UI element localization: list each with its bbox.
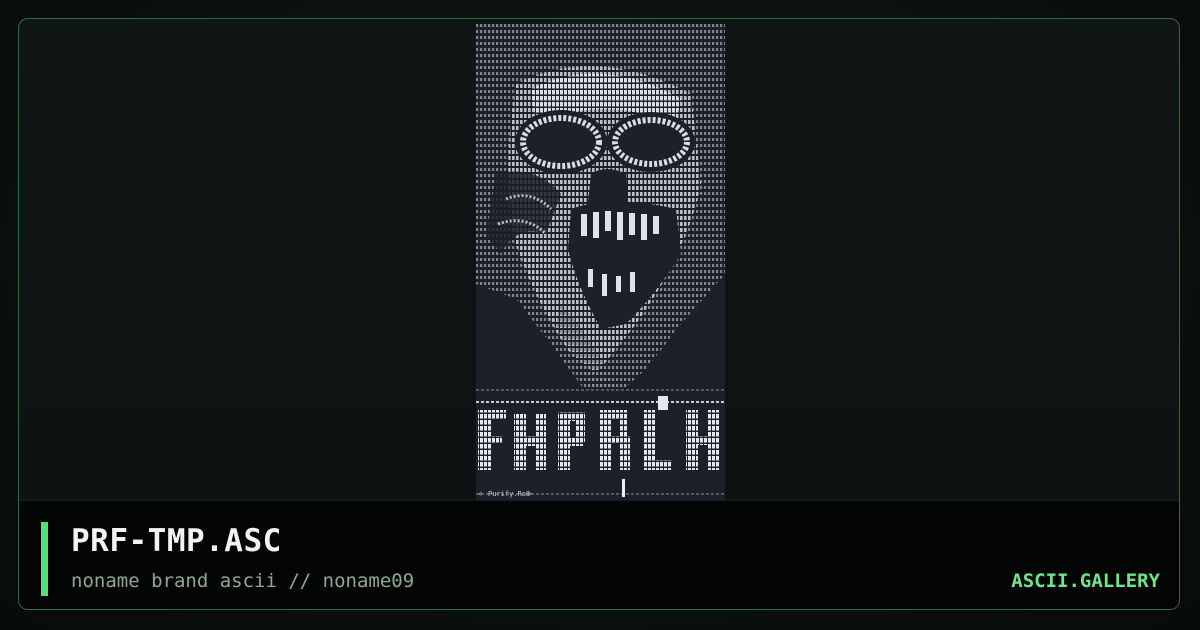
card-frame: < Purify.Ro8 > PRF-TMP.ASC noname brand … — [18, 18, 1180, 610]
ascii-art-image: < Purify.Ro8 > — [476, 24, 725, 500]
accent-bar — [41, 522, 48, 596]
caption-bar: PRF-TMP.ASC noname brand ascii // noname… — [19, 500, 1179, 609]
artwork-subtitle: noname brand ascii // noname09 — [71, 570, 415, 592]
ascii-art-footer-label: Purify.Ro8 — [488, 490, 530, 498]
artwork-title: PRF-TMP.ASC — [71, 523, 282, 559]
ascii-art-render: < Purify.Ro8 > — [476, 24, 725, 500]
svg-text:<: < — [478, 490, 482, 498]
site-name: ASCII.GALLERY — [1011, 570, 1160, 592]
svg-text:>: > — [528, 490, 532, 498]
